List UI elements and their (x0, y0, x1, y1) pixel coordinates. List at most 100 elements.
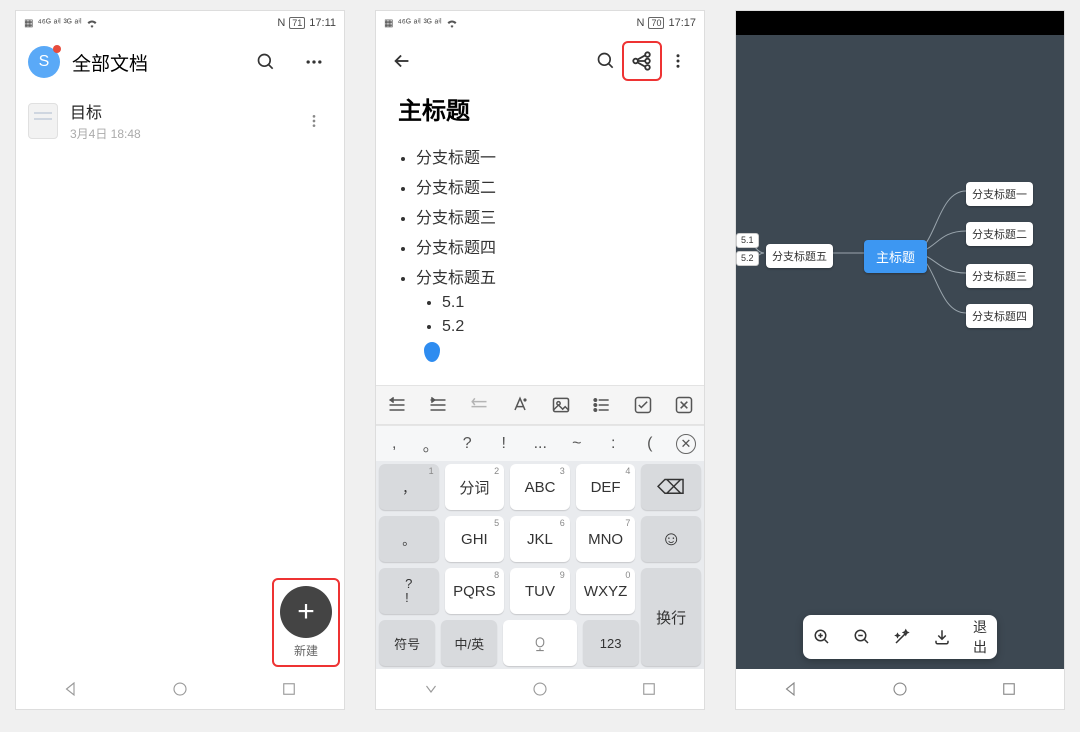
key[interactable]: 2分词 (445, 464, 505, 510)
nav-home-icon[interactable] (891, 680, 909, 698)
search-icon[interactable] (588, 43, 624, 79)
bullet-item: 分支标题一 (416, 144, 682, 168)
key[interactable]: 1， (379, 464, 439, 510)
backspace-key[interactable]: ⌫ (641, 464, 701, 510)
mindmap-node[interactable]: 分支标题二 (966, 222, 1033, 246)
editor-body[interactable]: 主标题 分支标题一 分支标题二 分支标题三 分支标题四 分支标题五 5.1 5.… (376, 87, 704, 385)
mindmap-icon[interactable] (624, 43, 660, 79)
punct-key[interactable]: ~ (559, 435, 596, 453)
status-time: 17:11 (309, 17, 336, 29)
exit-button[interactable]: 退出 (973, 617, 987, 657)
key[interactable]: 0WXYZ (576, 568, 636, 614)
mindmap-node[interactable]: 分支标题五 (766, 244, 833, 268)
doc-thumb-icon (28, 103, 58, 139)
document-row[interactable]: 目标 3月4日 18:48 (16, 89, 344, 152)
symbols-key[interactable]: 符号 (379, 620, 435, 666)
mindmap-root[interactable]: 主标题 (864, 240, 927, 273)
nav-back-icon[interactable] (782, 680, 800, 698)
indent-in-icon[interactable] (428, 395, 448, 415)
status-bar: ▦ ⁴⁶ᴳ ᵃⁱˡ ³ᴳ ᵃⁱˡ N 71 17:11 (16, 11, 344, 35)
lang-key[interactable]: 中/英 (441, 620, 497, 666)
signal-icon: ⁴⁶ᴳ ᵃⁱˡ ³ᴳ ᵃⁱˡ (37, 18, 81, 29)
sub-bullet: 5.2 (442, 318, 682, 336)
nfc-icon: N (637, 17, 645, 29)
search-icon[interactable] (248, 44, 284, 80)
nav-home-icon[interactable] (531, 680, 549, 698)
mindmap-node[interactable]: 分支标题四 (966, 304, 1033, 328)
editor-header (376, 35, 704, 87)
key[interactable]: 3ABC (510, 464, 570, 510)
punct-key[interactable]: ? (449, 435, 486, 453)
list-icon[interactable] (592, 395, 612, 415)
mindmap-node[interactable]: 分支标题三 (966, 264, 1033, 288)
punct-key[interactable]: 。 (413, 432, 450, 456)
nav-home-icon[interactable] (171, 680, 189, 698)
screen-documents: ▦ ⁴⁶ᴳ ᵃⁱˡ ³ᴳ ᵃⁱˡ N 71 17:11 S 全部文档 目标 3月… (15, 10, 345, 710)
punct-key[interactable]: , (376, 435, 413, 453)
status-bar (736, 11, 1064, 35)
indent-out-icon[interactable] (387, 395, 407, 415)
magic-icon[interactable] (893, 628, 911, 646)
key[interactable]: 9TUV (510, 568, 570, 614)
highlight-box (272, 578, 340, 667)
screen-mindmap: 主标题 分支标题一 分支标题二 分支标题三 分支标题四 分支标题五 5.1 5.… (735, 10, 1065, 710)
key[interactable]: 7MNO (576, 516, 636, 562)
wifi-icon (86, 18, 98, 28)
nav-recent-icon[interactable] (280, 680, 298, 698)
status-bar: ▦ ⁴⁶ᴳ ᵃⁱˡ ³ᴳ ᵃⁱˡ N 70 17:17 (376, 11, 704, 35)
key[interactable]: 6JKL (510, 516, 570, 562)
back-icon[interactable] (384, 43, 420, 79)
bullet-item: 分支标题三 (416, 204, 682, 228)
mindmap-canvas[interactable]: 主标题 分支标题一 分支标题二 分支标题三 分支标题四 分支标题五 5.1 5.… (736, 35, 1064, 669)
battery-level: 70 (648, 17, 664, 29)
doc-more-icon[interactable] (296, 103, 332, 139)
checkbox-icon[interactable] (633, 395, 653, 415)
key[interactable]: ? ! (379, 568, 439, 614)
zoom-out-icon[interactable] (853, 628, 871, 646)
punct-key[interactable]: : (595, 435, 632, 453)
emoji-key[interactable]: ☺ (641, 516, 701, 562)
system-nav (736, 669, 1064, 709)
mindmap-toolbar: 退出 (803, 615, 997, 659)
image-icon[interactable] (551, 395, 571, 415)
sim-icon: ▦ (24, 18, 33, 29)
bullet-item: 分支标题五 5.1 5.2 (416, 264, 682, 336)
punct-key[interactable]: ! (486, 435, 523, 453)
key[interactable]: 5GHI (445, 516, 505, 562)
font-icon[interactable] (510, 395, 530, 415)
bullet-item: 分支标题四 (416, 234, 682, 258)
doc-title: 主标题 (398, 91, 682, 126)
punct-key[interactable]: ... (522, 435, 559, 453)
nav-recent-icon[interactable] (640, 680, 658, 698)
numbers-key[interactable]: 123 (583, 620, 639, 666)
download-icon[interactable] (933, 628, 951, 646)
key[interactable]: 4DEF (576, 464, 636, 510)
nav-back-icon[interactable] (62, 680, 80, 698)
avatar[interactable]: S (28, 46, 60, 78)
mindmap-sub[interactable]: 5.1 (736, 233, 759, 248)
bullet-item: 分支标题二 (416, 174, 682, 198)
screen-editor: ▦ ⁴⁶ᴳ ᵃⁱˡ ³ᴳ ᵃⁱˡ N 70 17:17 主标题 (375, 10, 705, 710)
overflow-icon[interactable] (660, 43, 696, 79)
space-key[interactable] (503, 620, 576, 666)
nav-recent-icon[interactable] (1000, 680, 1018, 698)
delete-punct-key[interactable]: ✕ (676, 434, 696, 454)
mindmap-node[interactable]: 分支标题一 (966, 182, 1033, 206)
heading-icon[interactable] (469, 395, 489, 415)
key[interactable]: 8PQRS (445, 568, 505, 614)
page-title: 全部文档 (72, 49, 236, 76)
close-keyboard-icon[interactable] (674, 395, 694, 415)
mindmap-connectors (736, 35, 1064, 669)
zoom-in-icon[interactable] (813, 628, 831, 646)
nav-back-icon[interactable] (422, 680, 440, 698)
text-cursor-handle[interactable] (424, 342, 440, 362)
punct-key[interactable]: ( (632, 435, 669, 453)
doc-name: 目标 (70, 99, 284, 123)
enter-key[interactable]: 换行 (641, 568, 701, 666)
key[interactable]: 。 (379, 516, 439, 562)
format-toolbar (376, 385, 704, 425)
highlight-box (622, 41, 662, 81)
mindmap-sub[interactable]: 5.2 (736, 251, 759, 266)
wifi-icon (446, 18, 458, 28)
more-icon[interactable] (296, 44, 332, 80)
